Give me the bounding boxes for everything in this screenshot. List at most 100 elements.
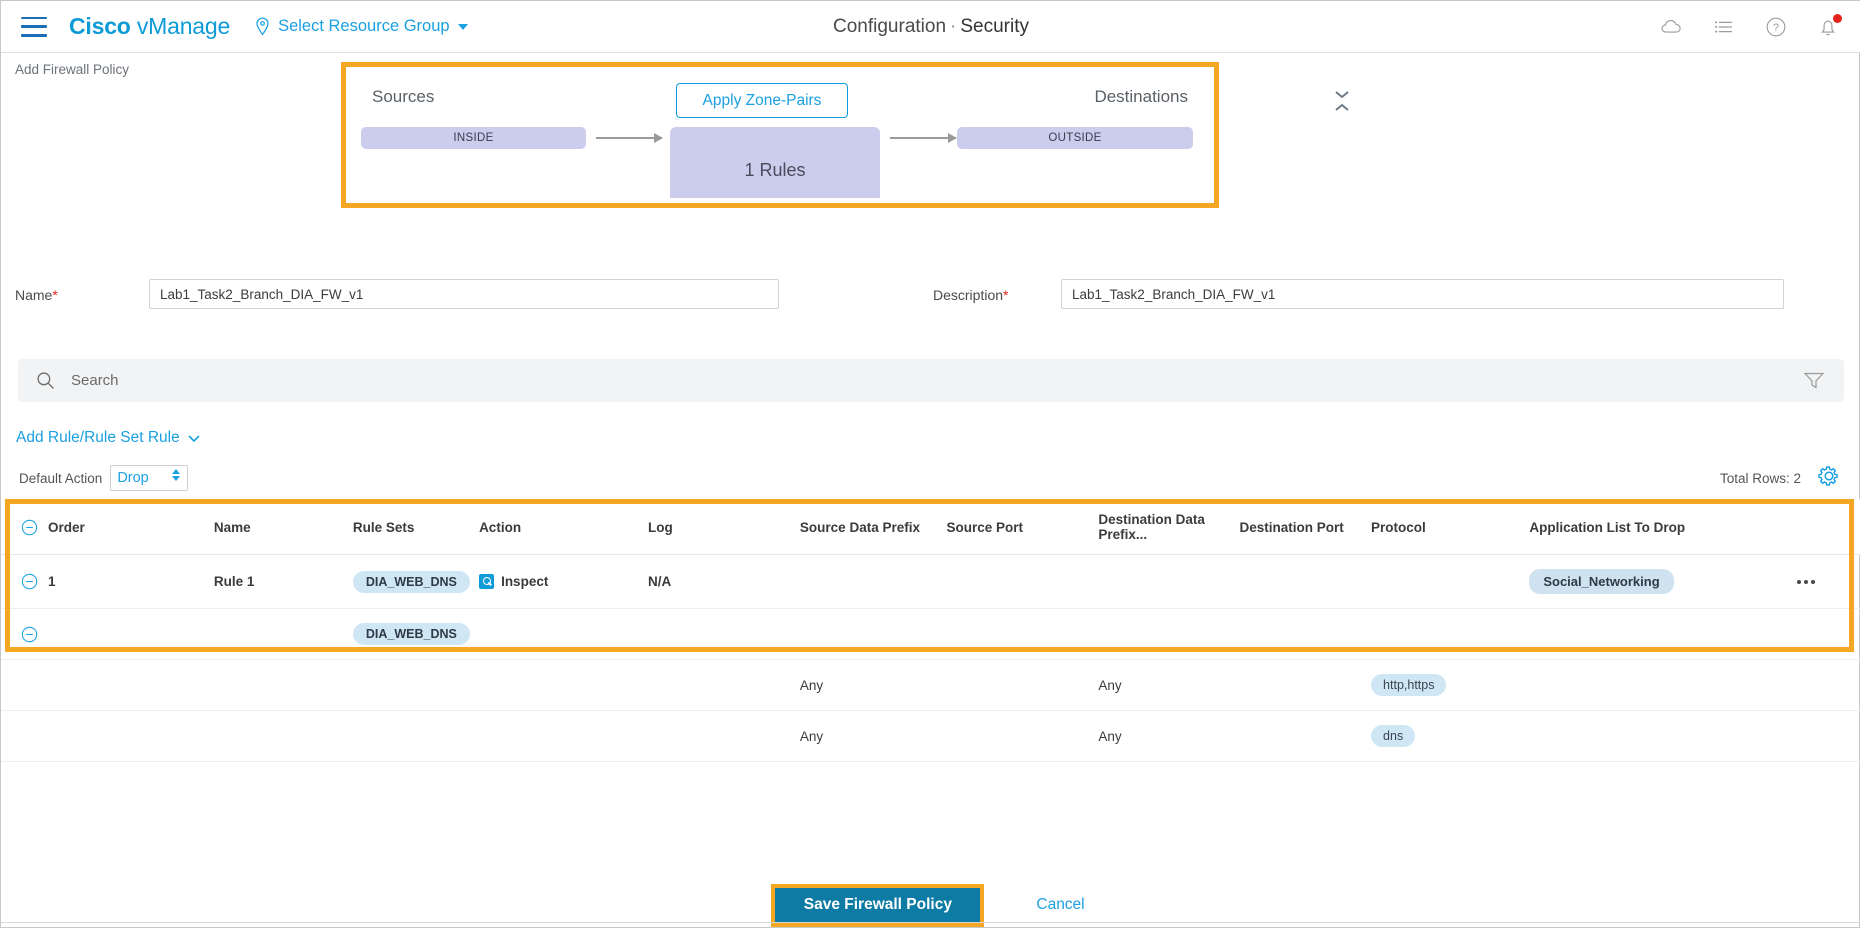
filter-icon[interactable]: [1804, 372, 1824, 389]
cell-destination-port: [1239, 608, 1372, 660]
cell-rule-sets: [352, 710, 480, 762]
cell-source-port: [946, 659, 1099, 711]
search-input[interactable]: [69, 371, 1804, 390]
cell-log: [648, 608, 800, 660]
column-header-order[interactable]: Order: [48, 499, 214, 555]
cell-destination-data-prefix: Any: [1098, 659, 1240, 711]
column-header-rule-sets[interactable]: Rule Sets: [352, 499, 480, 555]
cell-name: [213, 659, 353, 711]
cell-log: N/A: [648, 554, 800, 609]
column-header-protocol[interactable]: Protocol: [1371, 499, 1530, 555]
gear-icon[interactable]: [1817, 464, 1841, 488]
hamburger-menu-icon[interactable]: [21, 16, 47, 37]
collapse-expand-diagram-button[interactable]: [1326, 83, 1358, 119]
column-header-source-port[interactable]: Source Port: [946, 499, 1099, 555]
cell-row-menu: [1796, 710, 1860, 762]
collapse-row-icon[interactable]: [21, 626, 38, 643]
table-row[interactable]: Any Any dns: [1, 710, 1860, 762]
cell-application-list: [1529, 710, 1797, 762]
column-header-destination-port[interactable]: Destination Port: [1239, 499, 1372, 555]
source-zone-chip[interactable]: INSIDE: [361, 127, 586, 149]
rules-count-box[interactable]: 1 Rules: [670, 127, 880, 198]
row-toggle-cell: [1, 710, 49, 762]
arrow-rules-to-destination-icon: [890, 133, 957, 143]
default-action-select[interactable]: Drop: [110, 465, 189, 491]
help-icon[interactable]: ?: [1763, 14, 1789, 40]
save-button-highlight: Save Firewall Policy: [771, 883, 985, 927]
cell-row-menu[interactable]: [1796, 554, 1860, 609]
total-rows-label: Total Rows: 2: [1719, 471, 1801, 486]
collapse-row-icon[interactable]: [21, 573, 38, 590]
resource-group-label: Select Resource Group: [278, 17, 450, 35]
table-row[interactable]: Any Any http,https: [1, 659, 1860, 711]
notifications-bell-icon[interactable]: [1815, 14, 1842, 40]
policy-name-input[interactable]: [149, 279, 779, 309]
protocol-pill[interactable]: dns: [1371, 725, 1416, 747]
table-row[interactable]: 1 Rule 1 DIA_WEB_DNS Inspect N/A Social_…: [1, 554, 1860, 609]
page-title-separator: ·: [950, 16, 957, 37]
topbar-icon-group: ?: [1659, 1, 1842, 53]
chevron-up-icon: [1335, 103, 1349, 111]
table-header-row: Order Name Rule Sets Action Log Source D…: [1, 499, 1860, 555]
rules-table-body: 1 Rule 1 DIA_WEB_DNS Inspect N/A Social_…: [1, 554, 1860, 762]
cancel-button[interactable]: Cancel: [1030, 895, 1090, 915]
cell-protocol: [1371, 608, 1530, 660]
column-header-name[interactable]: Name: [213, 499, 353, 555]
cell-destination-port: [1239, 710, 1372, 762]
column-header-action[interactable]: Action: [479, 499, 649, 555]
brand-name-vmanage: vManage: [136, 13, 231, 39]
collapse-all-icon[interactable]: [21, 519, 38, 536]
default-action-control: Default Action Drop: [19, 465, 189, 491]
cell-source-data-prefix: [799, 554, 947, 609]
column-header-log[interactable]: Log: [648, 499, 800, 555]
cell-destination-data-prefix: [1098, 554, 1240, 609]
rule-set-pill[interactable]: DIA_WEB_DNS: [352, 570, 470, 593]
chevron-down-icon: [188, 434, 200, 442]
page-title-configuration: Configuration: [833, 16, 947, 37]
brand-name-cisco: Cisco: [69, 13, 131, 39]
cell-source-port: [946, 554, 1099, 609]
search-icon: [37, 372, 54, 389]
row-menu-icon[interactable]: [1796, 579, 1860, 584]
cloud-icon[interactable]: [1659, 14, 1685, 40]
row-toggle-cell[interactable]: [1, 554, 49, 609]
cell-rule-sets: DIA_WEB_DNS: [352, 608, 480, 660]
rules-table-container: Order Name Rule Sets Action Log Source D…: [1, 499, 1860, 762]
add-rule-dropdown[interactable]: Add Rule/Rule Set Rule: [16, 429, 201, 447]
table-row[interactable]: DIA_WEB_DNS: [1, 608, 1860, 660]
rule-set-pill[interactable]: DIA_WEB_DNS: [352, 623, 470, 645]
top-navigation-bar: Cisco vManage Select Resource Group Conf…: [1, 1, 1860, 53]
column-header-source-data-prefix[interactable]: Source Data Prefix: [799, 499, 947, 555]
column-header-menu: [1796, 499, 1860, 555]
select-resource-group-dropdown[interactable]: Select Resource Group: [254, 17, 468, 36]
row-toggle-cell[interactable]: [1, 608, 49, 660]
brand-logo: Cisco vManage: [69, 13, 230, 40]
column-header-application-list[interactable]: Application List To Drop: [1529, 499, 1797, 555]
list-icon[interactable]: [1711, 14, 1737, 40]
destination-zone-chip[interactable]: OUTSIDE: [957, 127, 1193, 149]
save-firewall-policy-button[interactable]: Save Firewall Policy: [775, 887, 981, 923]
cell-source-data-prefix: Any: [799, 659, 947, 711]
cell-protocol: dns: [1371, 710, 1530, 762]
cell-source-port: [946, 710, 1099, 762]
breadcrumb: Add Firewall Policy: [15, 62, 130, 77]
cell-application-list: Social_Networking: [1529, 554, 1797, 609]
policy-description-input[interactable]: [1061, 279, 1784, 309]
action-label: Inspect: [501, 574, 549, 589]
add-rule-label: Add Rule/Rule Set Rule: [16, 429, 180, 446]
cell-action: [479, 608, 649, 660]
name-label: Name*: [15, 287, 58, 303]
protocol-pill[interactable]: http,https: [1371, 674, 1447, 696]
cell-log: [648, 710, 800, 762]
page-title-security: Security: [960, 16, 1029, 37]
cell-action: Inspect: [479, 554, 649, 609]
cell-name: Rule 1: [213, 554, 353, 609]
application-list-pill[interactable]: Social_Networking: [1529, 569, 1674, 594]
sources-label: Sources: [372, 87, 435, 106]
cell-destination-data-prefix: [1098, 608, 1240, 660]
rules-table: Order Name Rule Sets Action Log Source D…: [1, 499, 1860, 762]
name-label-text: Name: [15, 287, 53, 303]
column-header-destination-data-prefix[interactable]: Destination Data Prefix...: [1098, 499, 1240, 555]
apply-zone-pairs-button[interactable]: Apply Zone-Pairs: [676, 83, 848, 118]
cell-order: [48, 710, 214, 762]
